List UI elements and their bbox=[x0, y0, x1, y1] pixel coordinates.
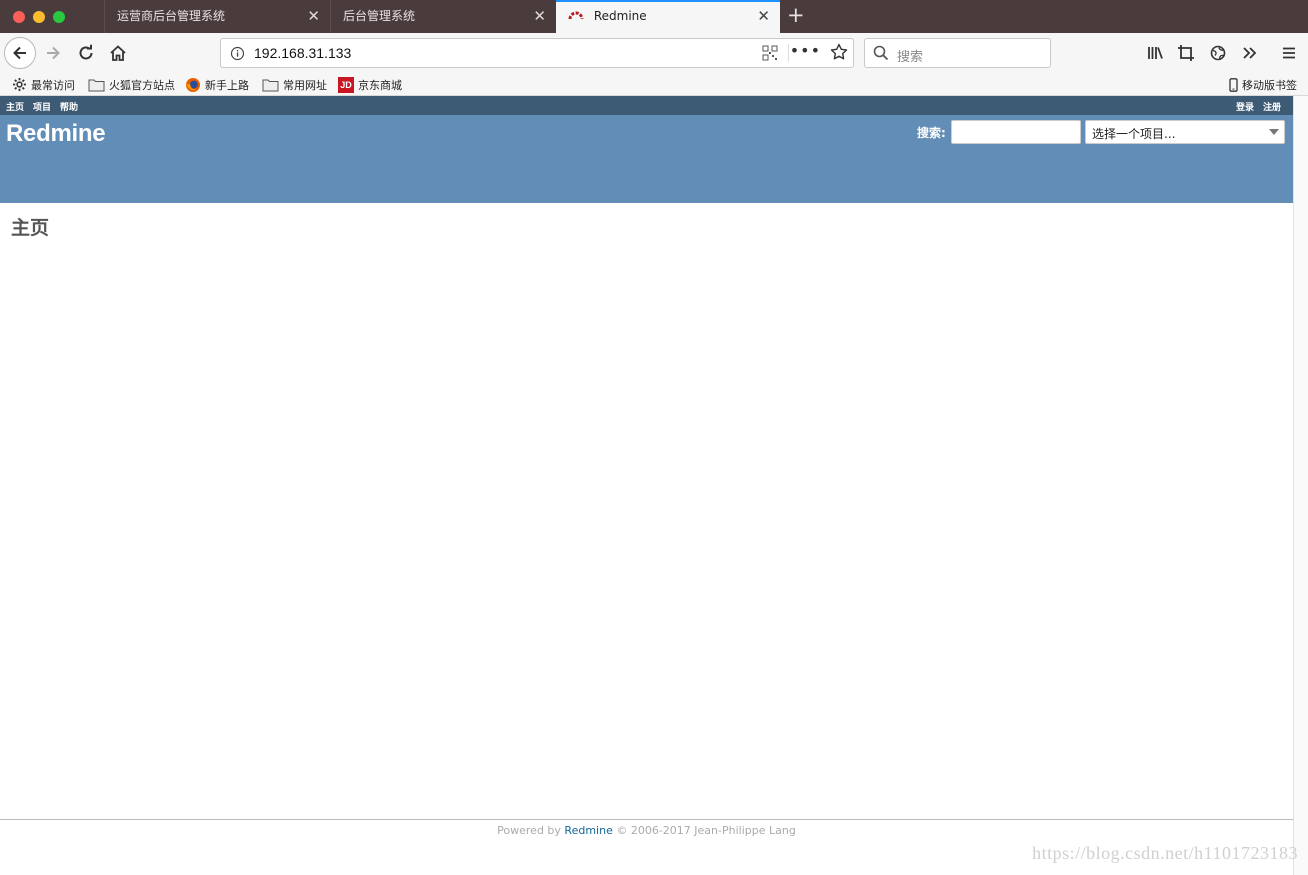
search-placeholder: 搜索 bbox=[897, 50, 924, 65]
bookmark-label: 最常访问 bbox=[31, 78, 75, 92]
tab-label: 后台管理系统 bbox=[343, 9, 416, 23]
library-button[interactable] bbox=[1144, 42, 1166, 64]
redmine-header: Redmine 搜索: 选择一个项目... bbox=[0, 115, 1293, 203]
footer-divider bbox=[0, 819, 1293, 820]
redmine-favicon-icon bbox=[568, 0, 584, 33]
footer-powered-by: Powered by bbox=[497, 824, 561, 837]
project-jump-label: 选择一个项目... bbox=[1092, 127, 1176, 141]
footer: Powered by Redmine © 2006-2017 Jean-Phil… bbox=[0, 824, 1293, 837]
site-title: Redmine bbox=[6, 120, 106, 147]
bookmark-jd-mall[interactable]: JD 京东商城 bbox=[338, 76, 402, 93]
bookmark-label: 火狐官方站点 bbox=[109, 78, 175, 92]
url-text[interactable]: 192.168.31.133 bbox=[254, 45, 351, 61]
top-menu-home-link[interactable]: 主页 bbox=[6, 100, 24, 113]
screenshot-button[interactable] bbox=[1175, 42, 1197, 64]
tab-label: Redmine bbox=[593, 9, 647, 23]
forward-button[interactable] bbox=[42, 42, 64, 64]
tab-close-icon[interactable]: ✕ bbox=[533, 0, 546, 33]
jd-icon: JD bbox=[338, 76, 354, 93]
tab-bar: 运营商后台管理系统 ✕ 后台管理系统 ✕ Redmine ✕ + bbox=[0, 0, 1308, 33]
top-menu-register-link[interactable]: 注册 bbox=[1263, 100, 1281, 113]
tab-close-icon[interactable]: ✕ bbox=[757, 0, 770, 33]
new-tab-button[interactable]: + bbox=[787, 0, 805, 33]
globe-icon bbox=[1210, 45, 1226, 61]
navigation-toolbar: 192.168.31.133 ••• 搜索 bbox=[0, 33, 1308, 73]
bookmark-star-icon[interactable] bbox=[830, 43, 848, 65]
hamburger-menu-icon bbox=[1283, 47, 1295, 59]
project-jump-select[interactable]: 选择一个项目... bbox=[1085, 120, 1285, 144]
address-bar[interactable]: 192.168.31.133 ••• bbox=[220, 38, 854, 68]
bookmark-label: 常用网址 bbox=[283, 78, 327, 92]
tab-close-icon[interactable]: ✕ bbox=[307, 0, 320, 33]
reload-icon bbox=[79, 44, 93, 60]
top-menu-login-link[interactable]: 登录 bbox=[1236, 100, 1254, 113]
top-menu-help-link[interactable]: 帮助 bbox=[60, 100, 78, 113]
back-arrow-icon bbox=[13, 46, 26, 60]
reload-button[interactable] bbox=[75, 42, 97, 64]
bookmark-most-visited[interactable]: 最常访问 bbox=[12, 76, 75, 93]
redmine-top-menu: 主页 项目 帮助 登录 注册 bbox=[0, 96, 1293, 115]
bookmark-common-sites[interactable]: 常用网址 bbox=[262, 76, 327, 93]
search-icon bbox=[873, 45, 889, 65]
bookmark-label: 移动版书签 bbox=[1242, 78, 1297, 92]
tab-admin-system[interactable]: 后台管理系统 ✕ bbox=[330, 0, 556, 33]
page-title: 主页 bbox=[11, 217, 50, 239]
overflow-menu-button[interactable] bbox=[1239, 42, 1261, 64]
quick-search-label: 搜索: bbox=[917, 126, 946, 140]
footer-redmine-link[interactable]: Redmine bbox=[564, 824, 612, 837]
home-button[interactable] bbox=[107, 42, 129, 64]
crop-icon bbox=[1178, 45, 1194, 61]
window-minimize-button[interactable] bbox=[33, 11, 45, 23]
page-actions-more-icon[interactable]: ••• bbox=[790, 41, 821, 60]
qr-code-icon[interactable] bbox=[762, 45, 778, 65]
extension-button[interactable] bbox=[1207, 42, 1229, 64]
tab-label: 运营商后台管理系统 bbox=[117, 9, 226, 23]
window-zoom-button[interactable] bbox=[53, 11, 65, 23]
app-menu-button[interactable] bbox=[1278, 42, 1300, 64]
mobile-bookmarks[interactable]: 移动版书签 bbox=[1229, 76, 1297, 93]
home-icon bbox=[110, 45, 126, 61]
page-scrollbar[interactable] bbox=[1293, 96, 1308, 875]
folder-icon bbox=[88, 79, 105, 91]
chevron-down-icon bbox=[1269, 129, 1279, 135]
chevron-double-right-icon bbox=[1243, 47, 1257, 59]
firefox-icon bbox=[186, 77, 200, 92]
site-info-icon[interactable] bbox=[230, 46, 245, 65]
tab-redmine[interactable]: Redmine ✕ bbox=[556, 0, 780, 33]
browser-search-bar[interactable]: 搜索 bbox=[864, 38, 1051, 68]
window-close-button[interactable] bbox=[13, 11, 25, 23]
bookmark-firefox-official[interactable]: 火狐官方站点 bbox=[88, 76, 175, 93]
folder-icon bbox=[262, 79, 279, 91]
bookmarks-toolbar: 最常访问 火狐官方站点 新手上路 常用网址 JD 京东商城 移动版书签 bbox=[0, 73, 1308, 96]
watermark: https://blog.csdn.net/h1101723183 bbox=[1032, 843, 1298, 863]
back-button[interactable] bbox=[4, 37, 36, 69]
quick-search-input[interactable] bbox=[951, 120, 1081, 144]
top-menu-projects-link[interactable]: 项目 bbox=[33, 100, 51, 113]
bookmark-getting-started[interactable]: 新手上路 bbox=[185, 76, 249, 93]
forward-arrow-icon bbox=[47, 46, 60, 60]
tab-operator-admin[interactable]: 运营商后台管理系统 ✕ bbox=[104, 0, 330, 33]
footer-copyright: © 2006-2017 Jean-Philippe Lang bbox=[616, 824, 796, 837]
library-icon bbox=[1148, 47, 1163, 59]
bookmark-label: 新手上路 bbox=[205, 78, 249, 92]
gear-icon bbox=[13, 78, 26, 91]
bookmark-label: 京东商城 bbox=[358, 78, 402, 92]
mobile-phone-icon bbox=[1229, 77, 1238, 92]
